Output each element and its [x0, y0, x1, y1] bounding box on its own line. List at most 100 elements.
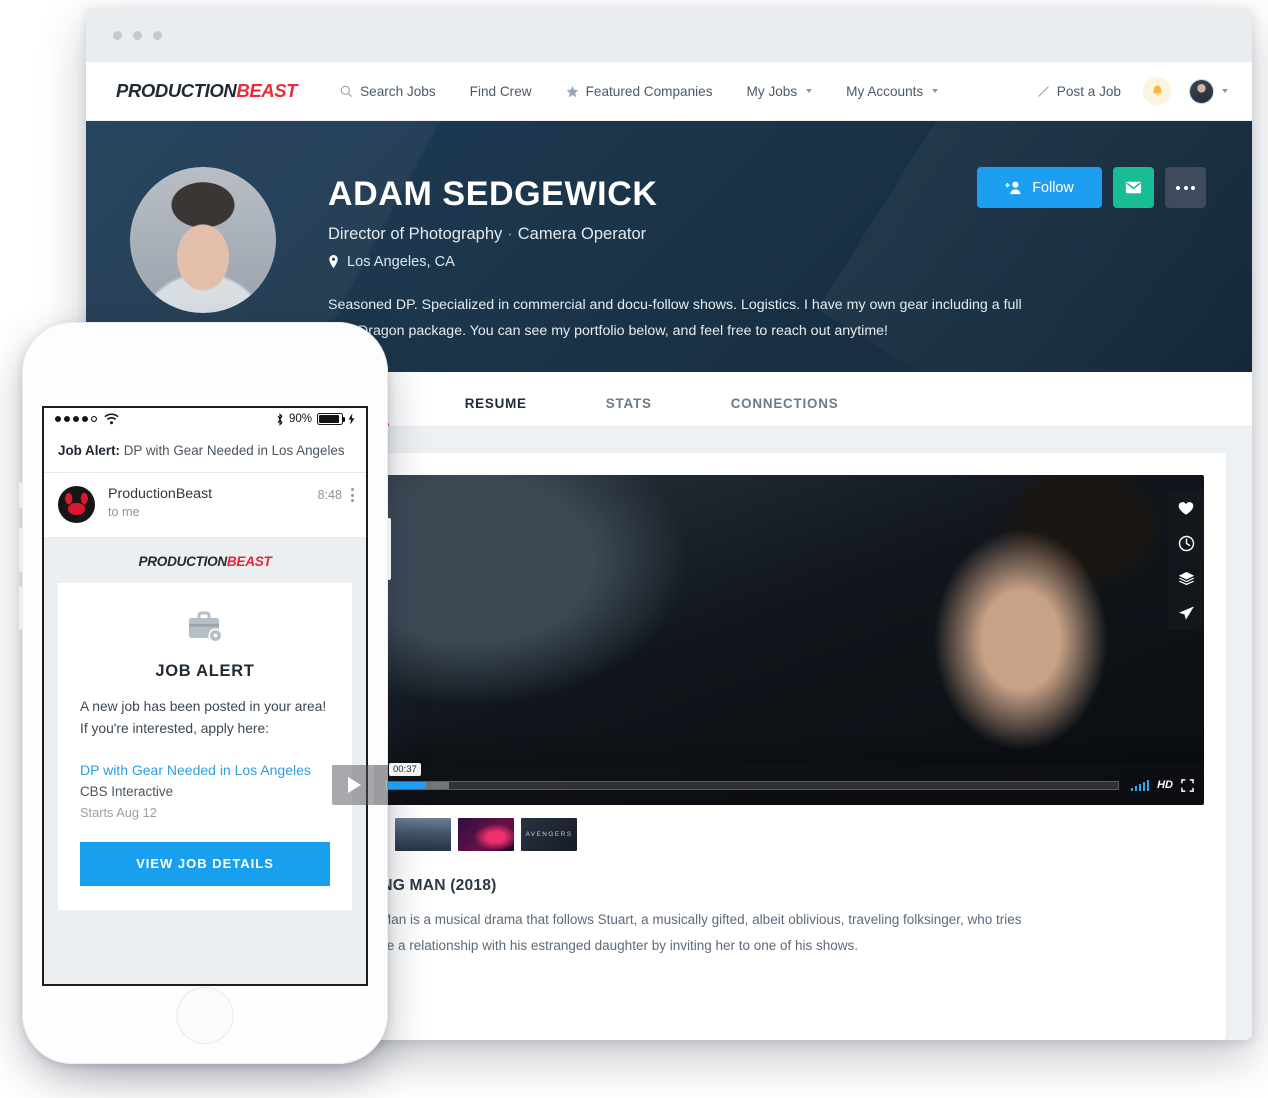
job-start-date: Starts Aug 12 [80, 804, 157, 820]
video-side-actions [1168, 491, 1204, 630]
location-label: Los Angeles, CA [347, 254, 455, 270]
signal-bars-icon[interactable] [1130, 779, 1150, 791]
watch-later-button[interactable] [1168, 526, 1204, 560]
nav-item-my-jobs[interactable]: My Jobs [730, 84, 830, 99]
add-to-collection-button[interactable] [1168, 561, 1204, 595]
profile-roles: Director of Photography · Camera Operator [328, 225, 1028, 244]
kebab-menu-icon[interactable] [351, 488, 354, 502]
tab-resume[interactable]: RESUME [448, 396, 544, 426]
tab-connections[interactable]: CONNECTIONS [714, 396, 856, 426]
profile-photo [130, 167, 276, 313]
chevron-down-icon [806, 89, 813, 93]
add-user-icon [1005, 181, 1021, 195]
status-bar-right: 90% [276, 412, 355, 426]
signal-strength-icon [55, 416, 97, 422]
site-navbar: PRODUCTIONBEAST Search Jobs Find Crew Fe… [86, 62, 1252, 121]
map-pin-icon [329, 255, 338, 269]
bell-icon [1152, 85, 1162, 95]
nav-item-my-accounts[interactable]: My Accounts [829, 84, 955, 99]
tab-connections-label: CONNECTIONS [730, 396, 839, 411]
phone-power-button[interactable] [388, 518, 391, 580]
phone-mute-switch[interactable] [19, 482, 22, 508]
job-listing-link[interactable]: DP with Gear Needed in Los Angeles [80, 762, 330, 778]
avatar [1189, 78, 1214, 104]
email-subject-prefix: Job Alert: [58, 443, 120, 458]
more-options-button[interactable] [1165, 167, 1206, 208]
star-icon [566, 85, 578, 97]
nav-item-find-crew[interactable]: Find Crew [453, 84, 549, 99]
email-logo-beast: BEAST [226, 554, 272, 570]
ellipsis-icon [1176, 185, 1195, 190]
email-logo: PRODUCTIONBEAST [58, 554, 352, 569]
logo-text-production: PRODUCTION [116, 80, 237, 101]
share-button[interactable] [1168, 596, 1204, 630]
nav-label-featured-companies: Featured Companies [585, 83, 713, 99]
portfolio-thumbnails: AVENGERS [332, 818, 1204, 851]
window-maximize-dot[interactable] [153, 30, 162, 40]
email-body: PRODUCTIONBEAST JOB ALERT A new job has … [44, 538, 366, 984]
job-company-name: CBS Interactive [80, 783, 174, 799]
logo-text-beast: BEAST [236, 80, 298, 101]
role-separator: · [507, 225, 513, 243]
window-close-dot[interactable] [113, 30, 122, 40]
phone-mockup: 90% Job Alert: DP with Gear Needed in Lo… [19, 322, 391, 1064]
profile-actions: Follow [977, 167, 1206, 208]
chevron-down-icon [932, 89, 939, 93]
screenshot-stage: PRODUCTIONBEAST Search Jobs Find Crew Fe… [0, 0, 1268, 1098]
layers-icon [1178, 571, 1194, 585]
project-title: TOURING MAN (2018) [332, 877, 497, 894]
nav-label-my-jobs: My Jobs [746, 83, 798, 99]
email-timestamp: 8:48 [317, 488, 342, 503]
job-alert-paragraph: A new job has been posted in your area! … [80, 699, 327, 736]
email-header-meta: 8:48 [317, 486, 354, 502]
project-description: Touring Man is a musical drama that foll… [332, 912, 1022, 954]
browser-titlebar [86, 8, 1252, 62]
profile-location: Los Angeles, CA [328, 254, 1028, 270]
video-controls: 00:37 HD [332, 762, 1204, 805]
job-alert-title: JOB ALERT [155, 662, 255, 681]
nav-item-search-jobs[interactable]: Search Jobs [323, 84, 453, 99]
city-skyline-thumbnail[interactable] [395, 818, 451, 851]
phone-home-button[interactable] [176, 987, 234, 1044]
progress-scrubber[interactable]: 00:37 [386, 762, 1119, 790]
played-bar [387, 781, 427, 789]
nav-item-featured-companies[interactable]: Featured Companies [549, 84, 730, 99]
nav-label-find-crew: Find Crew [469, 83, 532, 99]
tab-resume-label: RESUME [464, 396, 527, 411]
site-logo[interactable]: PRODUCTIONBEAST [116, 80, 297, 102]
quality-label[interactable]: HD [1157, 779, 1173, 791]
like-button[interactable] [1168, 491, 1204, 525]
lightning-bolt-icon [348, 413, 355, 425]
avengers-thumbnail[interactable]: AVENGERS [521, 818, 577, 851]
follow-button-label: Follow [1032, 179, 1074, 196]
play-button[interactable] [332, 765, 374, 805]
job-alert-card: JOB ALERT A new job has been posted in y… [58, 583, 352, 910]
window-minimize-dot[interactable] [133, 30, 142, 40]
video-player[interactable]: 00:37 HD [332, 475, 1204, 805]
email-subject-line: Job Alert: DP with Gear Needed in Los An… [44, 430, 366, 474]
tab-stats[interactable]: STATS [589, 396, 669, 426]
phone-screen: 90% Job Alert: DP with Gear Needed in Lo… [42, 406, 368, 986]
email-sender-name: ProductionBeast [108, 486, 213, 503]
fullscreen-icon[interactable] [1181, 778, 1194, 792]
post-a-job-button[interactable]: Post a Job [1020, 84, 1125, 99]
phone-volume-up-button[interactable] [19, 528, 22, 572]
role-secondary: Camera Operator [517, 225, 647, 243]
notifications-button[interactable] [1143, 77, 1171, 105]
email-sender-block: ProductionBeast to me [108, 486, 212, 519]
email-recipient[interactable]: to me [108, 505, 212, 519]
phone-volume-down-button[interactable] [19, 586, 22, 630]
avengers-thumbnail-label: AVENGERS [525, 831, 573, 838]
current-time-tooltip: 00:37 [389, 762, 421, 776]
follow-button[interactable]: Follow [977, 167, 1102, 208]
user-menu[interactable] [1189, 78, 1228, 104]
abstract-pink-thumbnail[interactable] [458, 818, 514, 851]
battery-percent-label: 90% [288, 413, 312, 425]
wifi-icon [104, 413, 119, 425]
message-button[interactable] [1113, 167, 1154, 208]
play-icon [348, 777, 361, 793]
view-job-details-button[interactable]: VIEW JOB DETAILS [80, 841, 330, 886]
post-a-job-label: Post a Job [1056, 83, 1121, 99]
clock-icon [1178, 535, 1194, 551]
profile-info: ADAM SEDGEWICK Director of Photography · C… [328, 167, 1028, 345]
